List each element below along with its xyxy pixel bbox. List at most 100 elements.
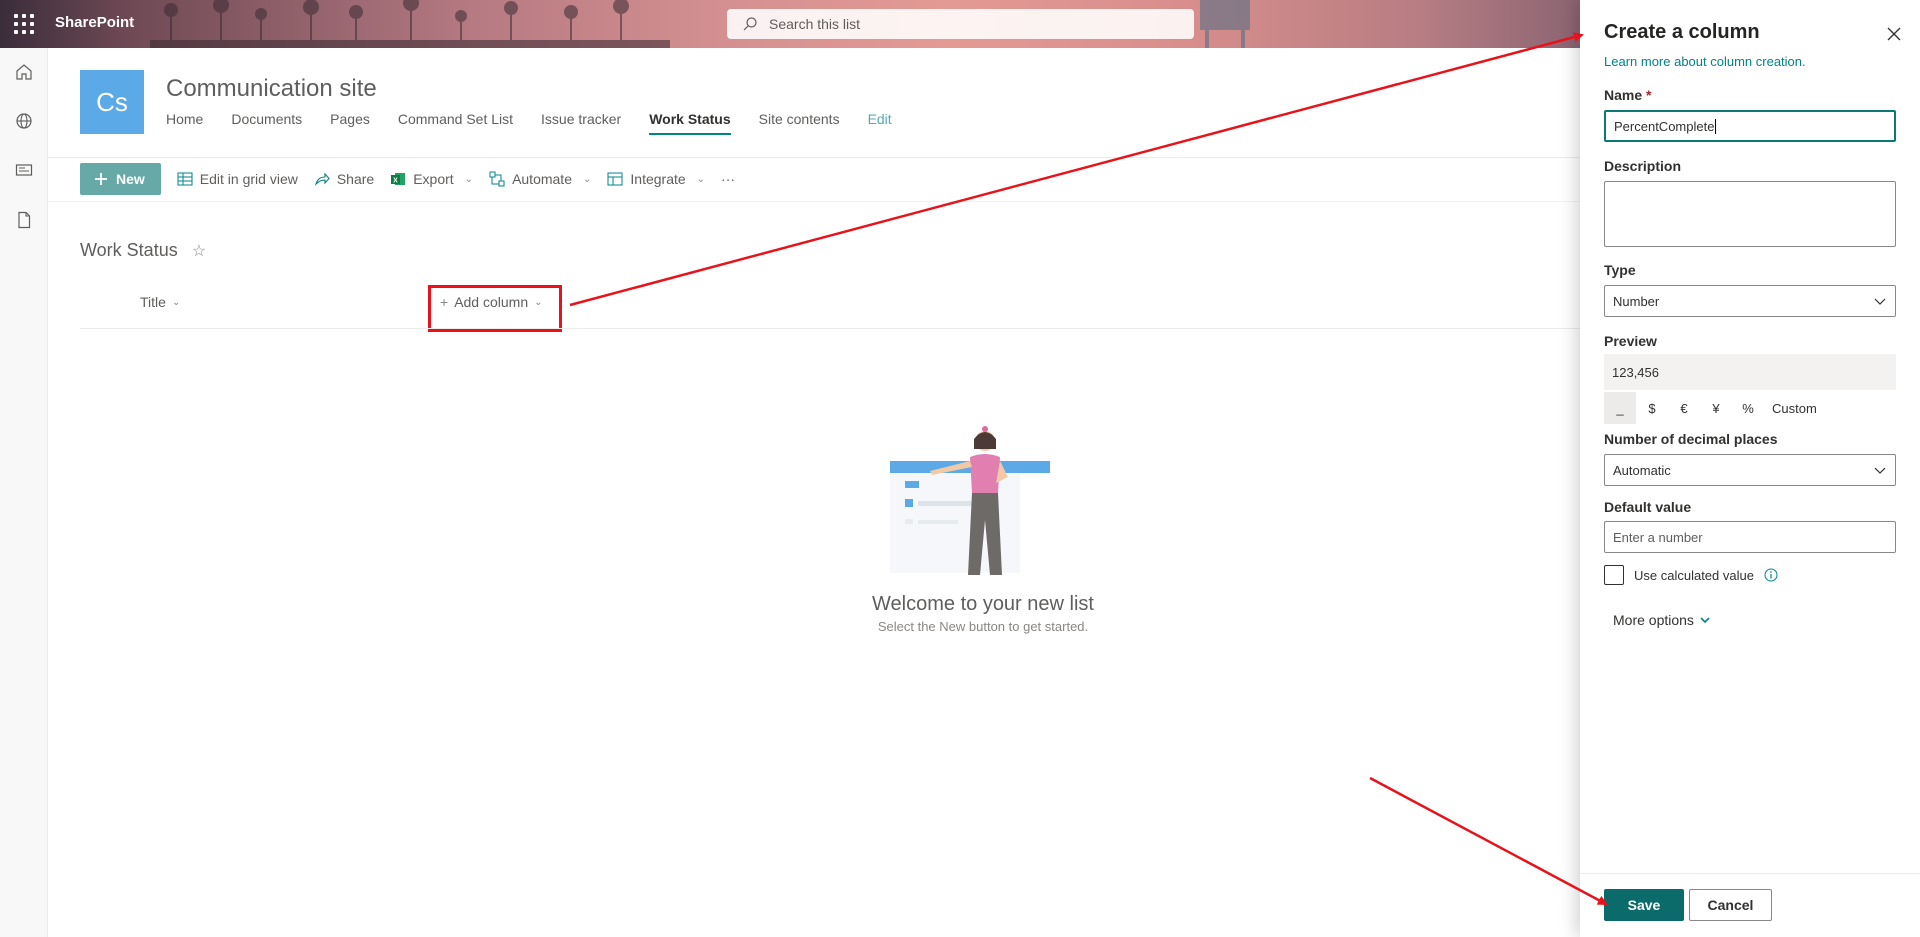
name-field[interactable]: PercentComplete — [1604, 110, 1896, 142]
chevron-down-icon: ⌄ — [464, 173, 474, 185]
required-marker: * — [1646, 87, 1652, 103]
text-caret — [1715, 118, 1717, 134]
share-button[interactable]: Share — [314, 171, 374, 187]
create-column-panel: Create a column Learn more about column … — [1580, 0, 1920, 937]
format-dollar-button[interactable]: $ — [1636, 392, 1668, 424]
plus-icon — [95, 173, 107, 185]
save-button[interactable]: Save — [1604, 889, 1684, 921]
automate-label: Automate — [512, 171, 572, 187]
nav-item-site-contents[interactable]: Site contents — [759, 111, 840, 135]
format-percent-button[interactable]: % — [1732, 392, 1764, 424]
edit-grid-view-label: Edit in grid view — [199, 171, 298, 187]
empty-list-subtitle: Select the New button to get started. — [877, 619, 1089, 634]
type-select-value: Number — [1613, 293, 1660, 309]
decimals-select[interactable]: Automatic — [1604, 454, 1896, 486]
integrate-label: Integrate — [630, 171, 686, 187]
export-button[interactable]: X Export ⌄ — [390, 171, 473, 187]
banner-palm-trees — [150, 0, 670, 48]
app-launcher-icon[interactable] — [14, 14, 34, 34]
annotation-arrow-to-save — [1369, 776, 1608, 906]
preview-value: 123,456 — [1604, 354, 1896, 390]
use-calculated-value-checkbox[interactable] — [1604, 565, 1624, 585]
name-field-value: PercentComplete — [1614, 118, 1715, 134]
more-options-label: More options — [1613, 612, 1694, 628]
new-button-label: New — [116, 171, 145, 187]
document-icon[interactable] — [12, 208, 36, 232]
empty-list-title: Welcome to your new list — [872, 593, 1094, 615]
sharepoint-window: SharePoint Search this list Cs Communica… — [0, 0, 1920, 937]
edit-grid-view-button[interactable]: Edit in grid view — [177, 171, 298, 187]
name-label-text: Name — [1604, 87, 1643, 103]
list-title-row: Work Status ☆ — [80, 240, 206, 261]
nav-item-work-status[interactable]: Work Status — [649, 111, 731, 135]
excel-icon: X — [391, 173, 406, 185]
preview-label: Preview — [1604, 333, 1657, 349]
calculated-value-row: Use calculated value — [1604, 565, 1778, 585]
nav-item-pages[interactable]: Pages — [330, 111, 370, 135]
column-header-title[interactable]: Title ⌄ — [140, 294, 180, 310]
info-icon[interactable] — [1764, 568, 1778, 582]
format-custom-button[interactable]: Custom — [1764, 392, 1825, 424]
site-logo[interactable]: Cs — [80, 70, 144, 134]
share-label: Share — [336, 171, 375, 187]
default-value-placeholder: Enter a number — [1613, 529, 1703, 545]
annotation-highlight-box — [428, 285, 562, 332]
learn-more-link[interactable]: Learn more about column creation. — [1604, 54, 1806, 69]
home-icon[interactable] — [12, 60, 36, 84]
export-label: Export — [413, 171, 454, 187]
list-header-divider — [80, 328, 1580, 329]
chevron-down-icon — [1700, 617, 1710, 624]
chevron-down-icon — [1874, 467, 1886, 474]
close-icon[interactable] — [1884, 24, 1904, 44]
more-actions-button[interactable]: ··· — [721, 171, 735, 187]
decimals-select-value: Automatic — [1613, 462, 1671, 478]
name-label: Name * — [1604, 87, 1651, 103]
more-icon: ··· — [721, 171, 736, 187]
star-icon[interactable]: ☆ — [192, 241, 206, 261]
nav-item-documents[interactable]: Documents — [231, 111, 302, 135]
list-title: Work Status — [80, 240, 178, 260]
more-options-button[interactable]: More options — [1613, 612, 1710, 628]
search-box[interactable]: Search this list — [727, 9, 1194, 39]
chevron-down-icon: ⌄ — [171, 296, 181, 308]
automate-icon — [489, 171, 505, 187]
description-field[interactable] — [1604, 181, 1896, 247]
use-calculated-value-label[interactable]: Use calculated value — [1634, 568, 1754, 583]
chevron-down-icon: ⌄ — [696, 173, 706, 185]
panel-title: Create a column — [1604, 21, 1760, 43]
format-yen-button[interactable]: ¥ — [1700, 392, 1732, 424]
cancel-button[interactable]: Cancel — [1689, 889, 1772, 921]
empty-list-illustration — [890, 426, 1050, 575]
new-button[interactable]: New — [80, 163, 161, 195]
default-value-field[interactable]: Enter a number — [1604, 521, 1896, 553]
site-title[interactable]: Communication site — [166, 75, 377, 103]
integrate-icon — [607, 172, 623, 186]
description-label: Description — [1604, 158, 1682, 174]
format-none-button[interactable]: _ — [1604, 392, 1636, 424]
search-icon — [743, 17, 757, 31]
news-icon[interactable] — [12, 158, 36, 182]
number-format-options: _ $ € ¥ % Custom — [1604, 392, 1825, 424]
nav-item-issue-tracker[interactable]: Issue tracker — [541, 111, 621, 135]
automate-button[interactable]: Automate ⌄ — [489, 171, 591, 187]
globe-icon[interactable] — [12, 109, 36, 133]
integrate-button[interactable]: Integrate ⌄ — [607, 171, 705, 187]
svg-text:X: X — [393, 178, 398, 185]
type-select[interactable]: Number — [1604, 285, 1896, 317]
column-title-label: Title — [140, 294, 166, 310]
nav-item-command-set-list[interactable]: Command Set List — [398, 111, 513, 135]
site-navigation: Home Documents Pages Command Set List Is… — [166, 111, 892, 135]
decimals-label: Number of decimal places — [1604, 431, 1778, 447]
chevron-down-icon: ⌄ — [583, 173, 592, 185]
panel-footer-divider — [1580, 873, 1920, 874]
command-bar: New Edit in grid view Share X Export ⌄ A… — [80, 163, 751, 195]
format-euro-button[interactable]: € — [1668, 392, 1700, 424]
type-label: Type — [1604, 262, 1636, 278]
nav-item-edit[interactable]: Edit — [868, 111, 892, 135]
share-icon — [314, 172, 330, 186]
suite-bar: SharePoint Search this list — [0, 0, 1580, 48]
grid-icon — [177, 172, 193, 186]
chevron-down-icon — [1874, 298, 1886, 305]
app-name[interactable]: SharePoint — [55, 14, 134, 31]
nav-item-home[interactable]: Home — [166, 111, 203, 135]
